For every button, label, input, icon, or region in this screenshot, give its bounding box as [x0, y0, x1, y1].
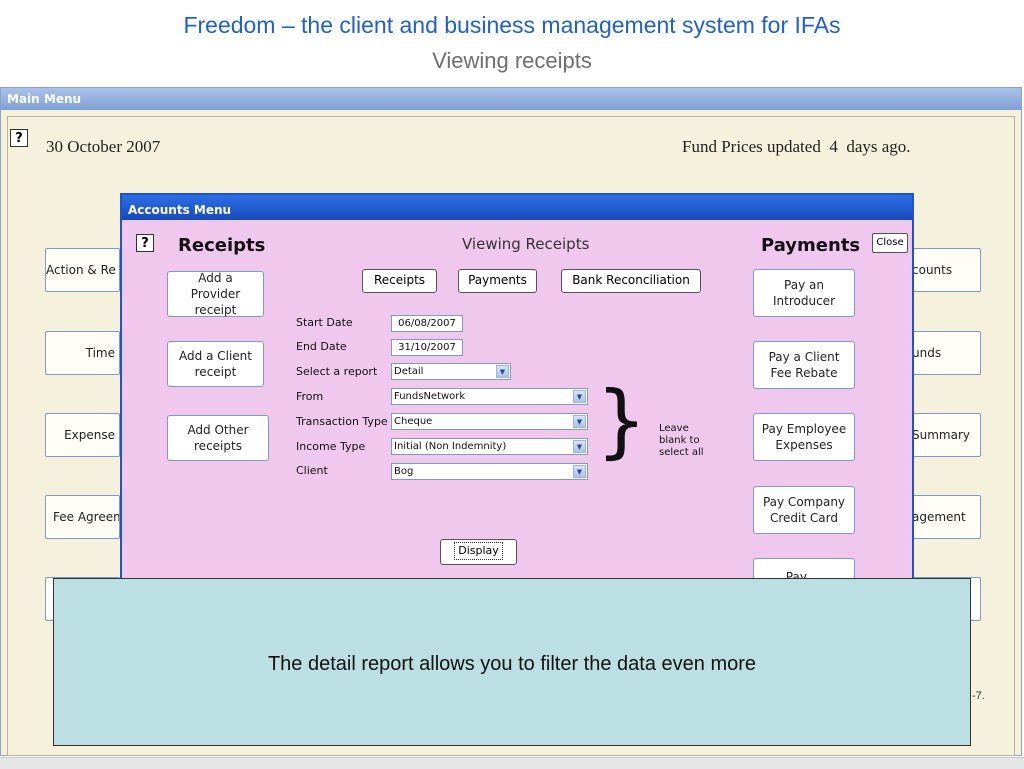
display-button[interactable]: Display [440, 539, 517, 565]
chevron-down-icon[interactable]: ▼ [573, 465, 586, 478]
leave-blank-note: Leave blank to select all [659, 423, 704, 458]
main-button-fee-agreement[interactable]: Fee Agreem [45, 495, 120, 539]
payments-heading: Payments [761, 235, 861, 256]
close-button[interactable]: Close [872, 233, 908, 253]
pay-client-fee-rebate-button[interactable]: Pay a Client Fee Rebate [753, 341, 855, 389]
add-client-receipt-button[interactable]: Add a Client receipt [167, 341, 264, 387]
tab-payments[interactable]: Payments [458, 269, 537, 293]
accounts-help-icon[interactable]: ? [136, 234, 154, 252]
end-date-field[interactable]: 31/10/2007 [391, 339, 463, 356]
chevron-down-icon[interactable]: ▼ [573, 390, 586, 403]
add-provider-receipt-button[interactable]: Add a Provider receipt [167, 271, 264, 317]
report-select[interactable]: Detail ▼ [391, 363, 511, 380]
brace-symbol: } [596, 374, 647, 467]
main-button-time[interactable]: Time [45, 331, 120, 375]
main-button-summary[interactable]: Summary [905, 413, 981, 457]
pay-employee-expenses-button[interactable]: Pay Employee Expenses [753, 413, 855, 461]
select-report-label: Select a report [296, 365, 378, 378]
main-menu-titlebar: Main Menu [1, 88, 1021, 110]
from-select[interactable]: FundsNetwork ▼ [391, 388, 588, 405]
viewing-receipts-heading: Viewing Receipts [462, 235, 590, 253]
tab-bank-reconciliation[interactable]: Bank Reconciliation [561, 269, 701, 293]
display-button-label: Display [454, 542, 503, 560]
main-button-expense[interactable]: Expense [45, 413, 120, 457]
chevron-down-icon[interactable]: ▼ [496, 365, 509, 378]
main-button-action[interactable]: Action & Re [45, 248, 120, 292]
accounts-menu-titlebar: Accounts Menu [122, 195, 912, 220]
start-date-field[interactable]: 06/08/2007 [391, 315, 463, 332]
transaction-type-value: Cheque [394, 416, 433, 427]
income-type-label: Income Type [296, 440, 366, 453]
transaction-type-label: Transaction Type [296, 415, 388, 428]
pay-company-credit-card-button[interactable]: Pay Company Credit Card [753, 486, 855, 534]
main-button-accounts[interactable]: counts [905, 248, 981, 292]
from-select-value: FundsNetwork [394, 391, 466, 402]
accounts-menu-dialog: Accounts Menu ? Receipts Viewing Receipt… [120, 193, 914, 588]
main-date: 30 October 2007 [46, 137, 161, 156]
caption-box: The detail report allows you to filter t… [53, 578, 971, 746]
slide-subtitle: Viewing receipts [432, 48, 592, 73]
bottom-strip [0, 757, 1024, 769]
chevron-down-icon[interactable]: ▼ [573, 415, 586, 428]
main-footer-text: -7. [972, 690, 985, 702]
main-help-icon[interactable]: ? [10, 129, 28, 147]
end-date-label: End Date [296, 340, 347, 353]
add-other-receipts-button[interactable]: Add Other receipts [167, 415, 269, 461]
fund-prices-status: Fund Prices updated 4 days ago. [682, 137, 911, 156]
transaction-type-select[interactable]: Cheque ▼ [391, 413, 588, 430]
client-select-value: Bog [394, 466, 414, 477]
chevron-down-icon[interactable]: ▼ [573, 440, 586, 453]
slide-title: Freedom – the client and business manage… [183, 12, 841, 38]
main-button-funds[interactable]: unds [905, 331, 981, 375]
report-select-value: Detail [394, 366, 424, 377]
income-type-value: Initial (Non Indemnity) [394, 441, 507, 452]
start-date-label: Start Date [296, 316, 353, 329]
client-label: Client [296, 464, 328, 477]
income-type-select[interactable]: Initial (Non Indemnity) ▼ [391, 438, 588, 455]
receipts-heading: Receipts [178, 235, 266, 256]
main-button-management[interactable]: agement [905, 495, 981, 539]
client-select[interactable]: Bog ▼ [391, 463, 588, 480]
from-label: From [296, 390, 324, 403]
tab-receipts[interactable]: Receipts [362, 269, 437, 293]
pay-introducer-button[interactable]: Pay an Introducer [753, 269, 855, 317]
